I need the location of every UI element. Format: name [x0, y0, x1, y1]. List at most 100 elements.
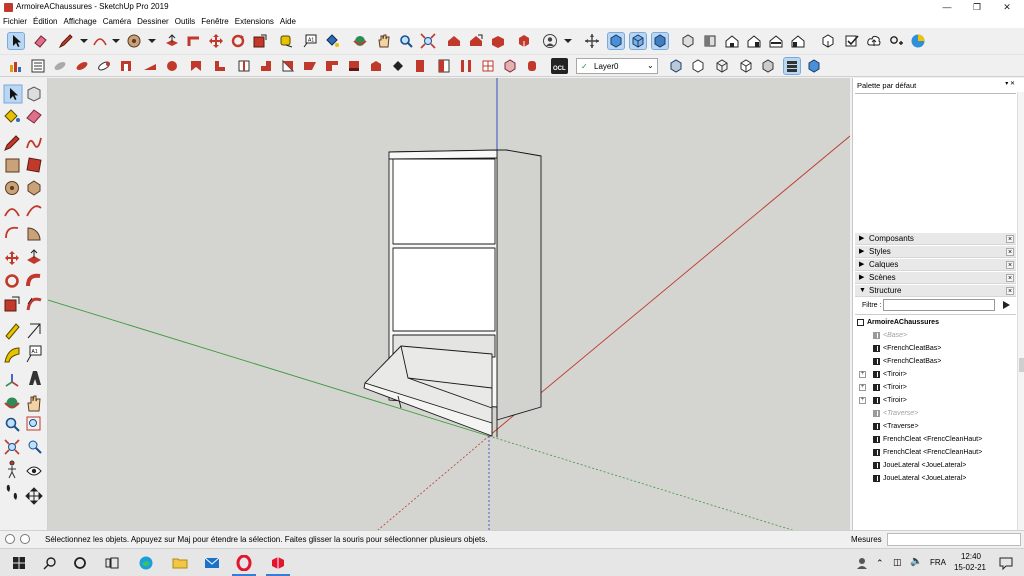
- move-tool-button[interactable]: [5, 251, 19, 265]
- rotated-rectangle-tool-button[interactable]: [26, 157, 42, 173]
- scale-tool-button[interactable]: [4, 296, 20, 312]
- paint-tool-button[interactable]: [4, 109, 20, 123]
- zoom-tool-button[interactable]: [5, 417, 20, 432]
- shoe-cabinet-model[interactable]: [363, 149, 542, 438]
- panel-composants[interactable]: ▶ Composants ×: [855, 233, 1016, 245]
- joinery-tool-10-button[interactable]: [324, 58, 340, 74]
- follow-me-tool-button[interactable]: [26, 273, 41, 287]
- menu-affichage[interactable]: Affichage: [60, 15, 99, 28]
- joinery-tool-12-button[interactable]: [368, 58, 384, 74]
- close-icon[interactable]: ×: [1006, 235, 1014, 243]
- push-pull-tool-button[interactable]: [27, 249, 41, 264]
- add-location-button[interactable]: [888, 33, 904, 49]
- language-indicator[interactable]: FRA: [930, 558, 946, 567]
- joinery-tool-6-button[interactable]: [236, 58, 252, 74]
- extension-warehouse-button[interactable]: [516, 33, 532, 49]
- shaded-button[interactable]: [629, 32, 647, 50]
- expand-plus-icon[interactable]: +: [859, 384, 866, 391]
- network-icon[interactable]: ◫: [893, 557, 902, 568]
- style-xray-button[interactable]: [668, 58, 684, 74]
- search-button[interactable]: [42, 555, 58, 571]
- notifications-button[interactable]: [998, 555, 1014, 571]
- text-tool-button[interactable]: A1: [26, 345, 42, 363]
- joinery-tool-1-button[interactable]: [118, 58, 134, 74]
- menu-camera[interactable]: Caméra: [100, 15, 134, 28]
- xray-view-button[interactable]: [584, 33, 600, 49]
- menu-outils[interactable]: Outils: [172, 15, 198, 28]
- joinery-tool-16-button[interactable]: [458, 58, 474, 74]
- orbit-tool-button[interactable]: [4, 397, 20, 409]
- layer-select[interactable]: ✓ Layer0 ⌄: [576, 58, 658, 74]
- sandbox-tool-3-button[interactable]: [96, 58, 112, 74]
- tree-item[interactable]: <Traverse>: [873, 407, 918, 420]
- joinery-tool-8-button[interactable]: [280, 58, 296, 74]
- joinery-tool-9-button[interactable]: [302, 58, 318, 74]
- cortana-button[interactable]: [72, 555, 88, 571]
- component-export-button[interactable]: [820, 33, 836, 49]
- left-view-button[interactable]: [790, 33, 806, 49]
- mail-taskbar-button[interactable]: [204, 555, 220, 571]
- zoom-extents-tool-button[interactable]: [420, 33, 436, 49]
- extension-icon-button[interactable]: [8, 58, 24, 74]
- zoom-extents-tool-button[interactable]: [4, 439, 20, 455]
- close-icon[interactable]: ×: [1006, 287, 1014, 295]
- tree-item[interactable]: <FrenchCleatBas>: [873, 355, 941, 368]
- share-model-button[interactable]: [468, 33, 484, 49]
- scale-tool-button[interactable]: [252, 33, 268, 49]
- joinery-tool-15-button[interactable]: [436, 58, 452, 74]
- polygon-tool-button[interactable]: [27, 180, 41, 196]
- geo-location-icon[interactable]: [5, 534, 15, 544]
- arc-tool-button[interactable]: [92, 33, 108, 49]
- style-wireframe-button[interactable]: [714, 58, 730, 74]
- previous-view-button[interactable]: [28, 440, 42, 454]
- shaded-textures-button[interactable]: [651, 32, 669, 50]
- clock-time[interactable]: 12:40: [956, 552, 986, 561]
- sandbox-tool-1-button[interactable]: [52, 58, 68, 74]
- orbit-tool-button[interactable]: [352, 33, 368, 49]
- joinery-tool-13-button[interactable]: [390, 58, 406, 74]
- menu-aide[interactable]: Aide: [277, 15, 299, 28]
- menu-dessiner[interactable]: Dessiner: [134, 15, 172, 28]
- arc-2pt-tool-button[interactable]: [26, 205, 42, 217]
- sandbox-tool-2-button[interactable]: [74, 58, 90, 74]
- ocl-button[interactable]: OCL: [550, 57, 569, 75]
- push-pull-tool-button[interactable]: [164, 33, 180, 49]
- tree-item[interactable]: + <Tiroir>: [859, 381, 907, 394]
- follow-me-tool-button[interactable]: [186, 33, 202, 49]
- tree-item[interactable]: + <Tiroir>: [859, 368, 907, 381]
- tape-measure-tool-button[interactable]: [5, 323, 20, 340]
- panel-scenes[interactable]: ▶ Scènes ×: [855, 272, 1016, 284]
- pan-tool-button[interactable]: [27, 395, 41, 412]
- file-explorer-taskbar-button[interactable]: [172, 555, 188, 571]
- expand-plus-icon[interactable]: +: [859, 371, 866, 378]
- filter-input[interactable]: [883, 299, 995, 311]
- warehouse-tool-button[interactable]: [446, 33, 462, 49]
- weather-button[interactable]: [854, 555, 870, 571]
- upload-cloud-button[interactable]: [866, 33, 882, 49]
- list-view-button[interactable]: [30, 58, 46, 74]
- edge-taskbar-button[interactable]: [138, 555, 154, 571]
- minimize-button[interactable]: —: [930, 0, 964, 15]
- account-button[interactable]: [542, 33, 558, 49]
- style-textured-button[interactable]: [783, 57, 801, 75]
- account-dropdown[interactable]: [560, 33, 576, 49]
- model-canvas[interactable]: [48, 78, 850, 530]
- joinery-tool-3-button[interactable]: [164, 58, 180, 74]
- style-monochrome-button[interactable]: [806, 58, 822, 74]
- tree-item[interactable]: <Traverse>: [873, 420, 919, 433]
- style-hidden-line-button[interactable]: [738, 58, 754, 74]
- circle-tool-button[interactable]: [126, 33, 142, 49]
- rectangle-tool-button[interactable]: [5, 158, 20, 173]
- tree-item[interactable]: <FrenchCleatBas>: [873, 342, 941, 355]
- component-tool-button[interactable]: [27, 86, 41, 102]
- eraser-tool-button[interactable]: [26, 109, 42, 124]
- circle-tool-button[interactable]: [5, 181, 19, 195]
- menu-fenetre[interactable]: Fenêtre: [198, 15, 232, 28]
- share-component-button[interactable]: [490, 33, 506, 49]
- menu-fichier[interactable]: Fichier: [0, 15, 30, 28]
- close-icon[interactable]: ×: [1006, 248, 1014, 256]
- front-view-button[interactable]: [724, 33, 740, 49]
- arc-3pt-tool-button[interactable]: [5, 226, 19, 239]
- task-view-button[interactable]: [104, 555, 120, 571]
- back-view-button[interactable]: [768, 33, 784, 49]
